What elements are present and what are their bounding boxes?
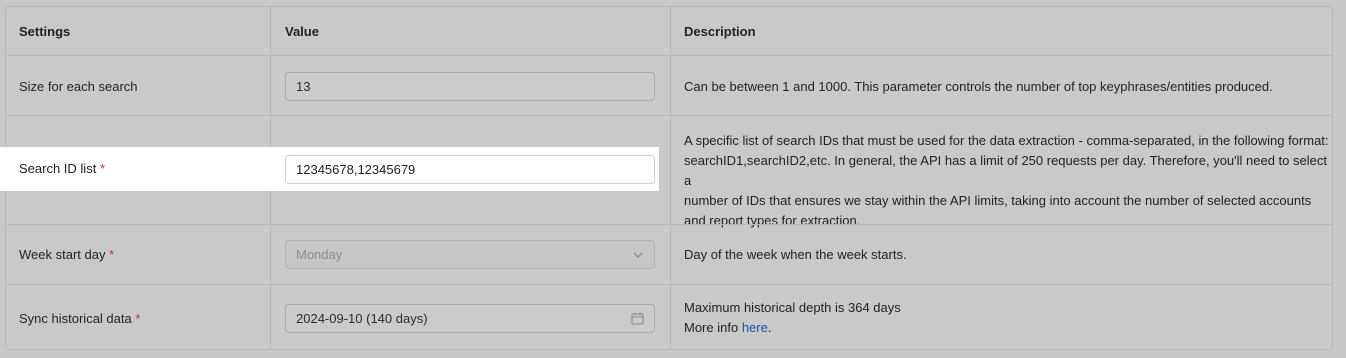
calendar-icon[interactable] <box>631 312 644 325</box>
more-info-link[interactable]: here <box>742 320 768 335</box>
table-row: Size for each search 13 Can be between 1… <box>6 55 1332 115</box>
required-marker: * <box>135 311 141 326</box>
search-id-highlight: Search ID list * 12345678,12345679 <box>0 147 659 191</box>
size-input[interactable]: 13 <box>285 72 655 101</box>
search-id-input[interactable]: 12345678,12345679 <box>285 155 655 184</box>
size-label: Size for each search <box>19 79 138 94</box>
table-row: Week start day * Monday Day of the week … <box>6 224 1332 284</box>
required-marker: * <box>99 161 105 176</box>
week-start-label: Week start day * <box>19 247 115 262</box>
week-start-value: Monday <box>296 247 343 262</box>
header-description: Description <box>684 24 756 39</box>
description-line: A specific list of search IDs that must … <box>684 133 1329 148</box>
week-start-description: Day of the week when the week starts. <box>684 247 907 262</box>
sync-date-value: 2024-09-10 (140 days) <box>296 311 428 326</box>
sync-historical-label: Sync historical data * <box>19 311 141 326</box>
sync-historical-description: Maximum historical depth is 364 days Mor… <box>684 298 901 338</box>
size-description: Can be between 1 and 1000. This paramete… <box>684 79 1273 94</box>
description-line: More info here. <box>684 320 772 335</box>
description-line: number of IDs that ensures we stay withi… <box>684 193 1312 208</box>
header-settings: Settings <box>19 24 71 39</box>
description-line: Maximum historical depth is 364 days <box>684 300 901 315</box>
table-row: Sync historical data * 2024-09-10 (140 d… <box>6 284 1332 351</box>
week-start-select[interactable]: Monday <box>285 240 655 269</box>
search-id-label: Search ID list * <box>19 161 105 176</box>
chevron-down-icon <box>633 252 643 258</box>
description-line: searchID1,searchID2,etc. In general, the… <box>684 153 1327 188</box>
header-value: Value <box>285 24 319 39</box>
sync-date-input[interactable]: 2024-09-10 (140 days) <box>285 304 655 333</box>
required-marker: * <box>109 247 115 262</box>
search-id-description: A specific list of search IDs that must … <box>684 131 1332 231</box>
header-row: Settings Value Description <box>6 7 1332 55</box>
